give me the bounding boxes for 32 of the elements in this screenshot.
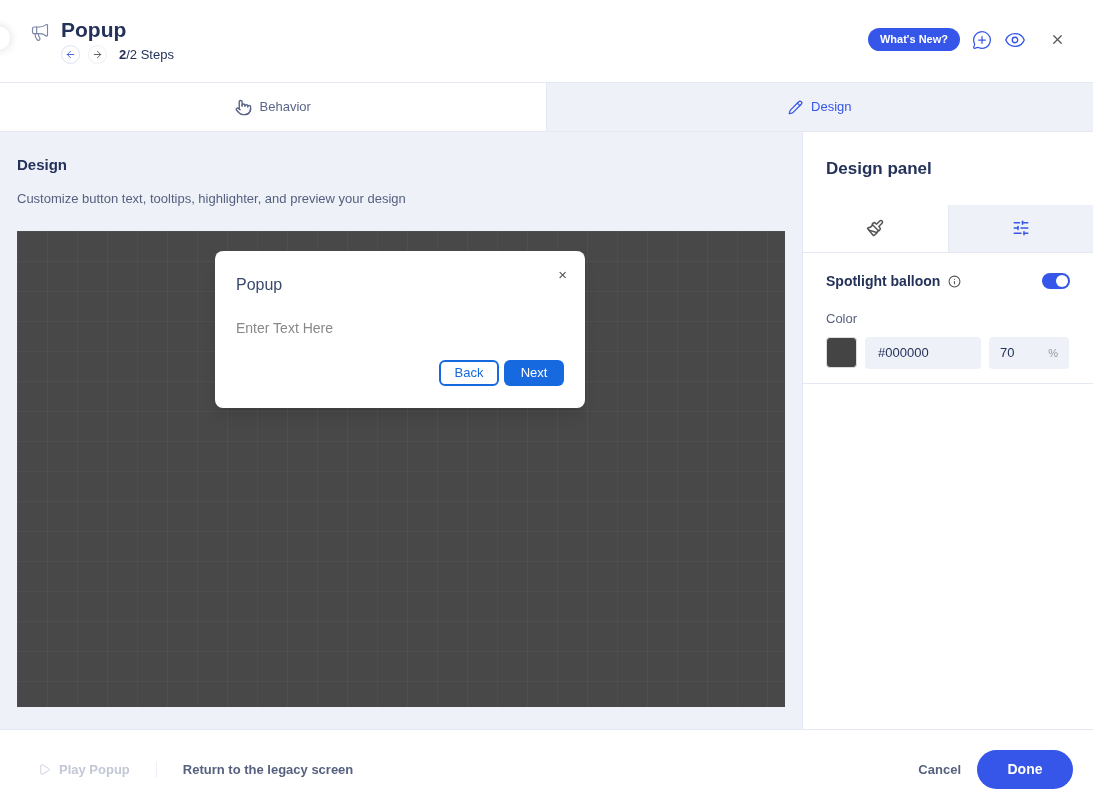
megaphone-icon [30, 22, 50, 42]
hand-pointer-icon [234, 98, 252, 116]
popup-close-button[interactable]: × [558, 267, 567, 282]
brush-icon [866, 219, 885, 237]
info-icon [948, 274, 962, 288]
legacy-screen-link[interactable]: Return to the legacy screen [182, 759, 354, 780]
popup-button[interactable]: Next [504, 360, 564, 386]
popup-title: Popup [236, 275, 283, 295]
cancel-button[interactable]: Cancel [918, 759, 961, 780]
popup-button[interactable]: Back [439, 360, 499, 386]
section-description: Customize button text, tooltips, highlighter, and preview your design [17, 189, 407, 208]
step-counter: 2/2 Steps [119, 46, 174, 64]
tab[interactable]: Design [546, 83, 1093, 131]
color-swatch[interactable] [826, 337, 857, 368]
pencil-icon [788, 99, 803, 115]
sliders-icon [1011, 219, 1030, 237]
panel-title: Design panel [826, 158, 933, 180]
arrow-right-icon [92, 49, 103, 61]
color-label: Color [826, 309, 859, 328]
close-icon[interactable] [1050, 32, 1065, 47]
spotlight-label: Spotlight balloon [826, 271, 941, 291]
done-button[interactable]: Done [977, 750, 1073, 789]
add-comment-icon[interactable] [972, 29, 992, 50]
whats-new-button[interactable]: What's New? [868, 28, 960, 51]
section-title: Design [17, 155, 68, 175]
hex-color-field[interactable]: #000000 [865, 337, 981, 369]
play-icon [38, 763, 51, 776]
opacity-field[interactable]: 70 % [989, 337, 1069, 369]
popup-body-text: Enter Text Here [236, 319, 334, 338]
arrow-left-icon [65, 49, 76, 61]
page-title: Popup [61, 17, 128, 43]
spotlight-toggle[interactable] [1042, 273, 1070, 289]
